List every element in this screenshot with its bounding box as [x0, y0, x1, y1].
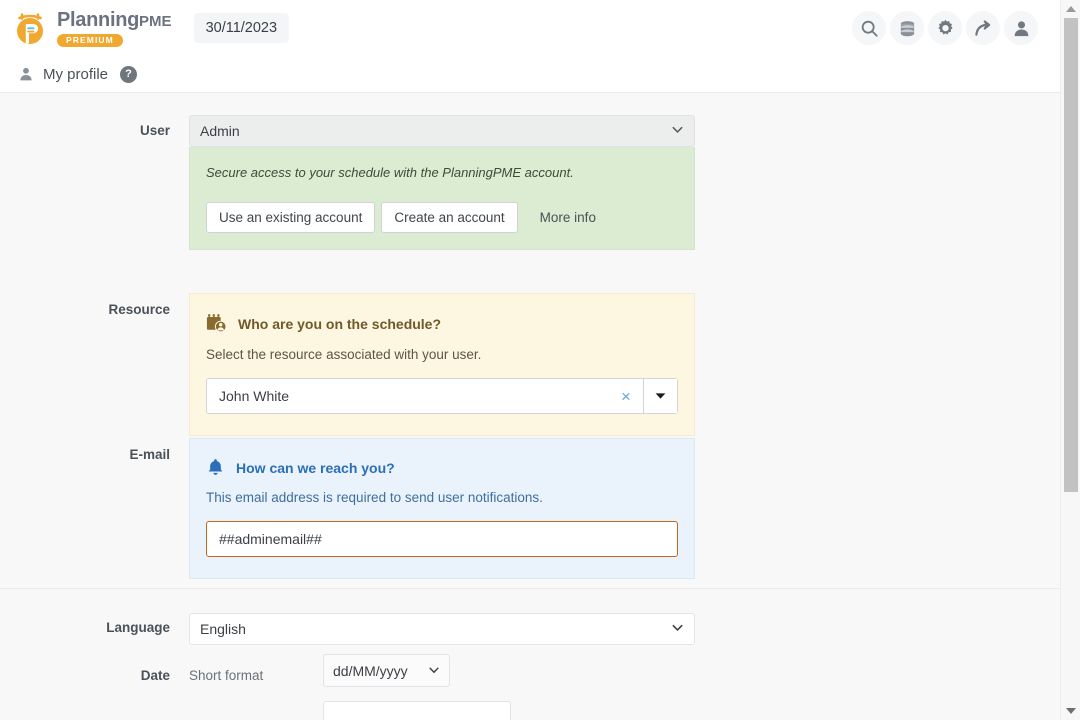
page-title: My profile: [43, 65, 109, 83]
planningpme-logo-icon: [12, 10, 48, 46]
resource-heading-text: Who are you on the schedule?: [238, 315, 442, 332]
resource-label: Resource: [108, 302, 170, 317]
user-select-value: Admin: [200, 123, 240, 139]
email-input[interactable]: [206, 521, 678, 557]
create-account-button[interactable]: Create an account: [381, 202, 518, 233]
bell-icon: [206, 458, 225, 477]
email-label: E-mail: [129, 447, 170, 462]
user-icon[interactable]: [1004, 11, 1038, 45]
current-date-badge[interactable]: 30/11/2023: [193, 13, 290, 43]
clear-icon[interactable]: ×: [609, 388, 643, 405]
logo-wordmark: PlanningPME: [57, 10, 172, 32]
language-select[interactable]: English: [189, 613, 695, 645]
email-subtext: This email address is required to send u…: [206, 490, 543, 505]
more-info-link[interactable]: More info: [540, 210, 596, 225]
calendar-user-icon: [206, 313, 227, 334]
app-header: PlanningPME PREMIUM 30/11/2023: [0, 0, 1060, 56]
language-label: Language: [106, 620, 170, 635]
section-divider: [0, 588, 1060, 589]
share-arrow-icon[interactable]: [966, 11, 1000, 45]
scroll-up-arrow-icon[interactable]: [1061, 0, 1080, 18]
use-existing-account-button[interactable]: Use an existing account: [206, 202, 376, 233]
date-short-format-label: Short format: [189, 668, 264, 683]
language-select-value: English: [200, 621, 246, 637]
gear-icon[interactable]: [928, 11, 962, 45]
database-icon[interactable]: [890, 11, 924, 45]
user-account-note: Secure access to your schedule with the …: [206, 165, 574, 180]
resource-subtext: Select the resource associated with your…: [206, 347, 482, 362]
logo-premium-badge: PREMIUM: [57, 33, 123, 47]
user-label: User: [139, 123, 170, 138]
logo-text: PlanningPME PREMIUM: [57, 10, 172, 47]
logo[interactable]: PlanningPME PREMIUM: [12, 10, 172, 47]
page-subheader: My profile ?: [0, 56, 1060, 93]
app-viewport: PlanningPME PREMIUM 30/11/2023 My profil…: [0, 0, 1080, 720]
user-account-actions: Use an existing account Create an accoun…: [206, 202, 678, 233]
resource-value: John White: [219, 388, 290, 404]
chevron-down-icon: [671, 621, 684, 637]
email-panel-heading: How can we reach you?: [206, 458, 678, 477]
chevron-down-icon: [428, 663, 440, 679]
resource-panel: Who are you on the schedule? Select the …: [189, 293, 695, 436]
scrollbar-thumb[interactable]: [1064, 18, 1078, 492]
date-format-select[interactable]: dd/MM/yyyy: [323, 654, 450, 687]
logo-wordmark-main: Planning: [57, 8, 140, 31]
user-select[interactable]: Admin: [189, 115, 695, 147]
date-long-format-input[interactable]: [323, 701, 511, 720]
user-account-panel: Secure access to your schedule with the …: [189, 147, 695, 250]
email-panel: How can we reach you? This email address…: [189, 438, 695, 579]
user-panel: Admin Secure access to your schedule wit…: [189, 115, 695, 250]
header-icon-bar: [852, 11, 1038, 45]
logo-wordmark-suffix: PME: [139, 12, 172, 30]
page-scrollbar[interactable]: [1060, 0, 1080, 720]
help-icon[interactable]: ?: [120, 65, 138, 83]
resource-dropdown-toggle[interactable]: [643, 379, 677, 413]
scroll-down-arrow-icon[interactable]: [1061, 702, 1080, 720]
chevron-down-icon: [671, 123, 684, 139]
resource-combobox[interactable]: John White ×: [206, 378, 678, 414]
date-label: Date: [140, 668, 170, 683]
resource-panel-heading: Who are you on the schedule?: [206, 313, 678, 334]
search-icon[interactable]: [852, 11, 886, 45]
application-window: PlanningPME PREMIUM 30/11/2023 My profil…: [0, 0, 1060, 720]
date-format-value: dd/MM/yyyy: [333, 662, 408, 679]
profile-person-icon: [18, 66, 34, 82]
profile-form: User Admin Secure access to your schedul…: [0, 93, 1060, 720]
email-heading-text: How can we reach you?: [236, 459, 395, 476]
